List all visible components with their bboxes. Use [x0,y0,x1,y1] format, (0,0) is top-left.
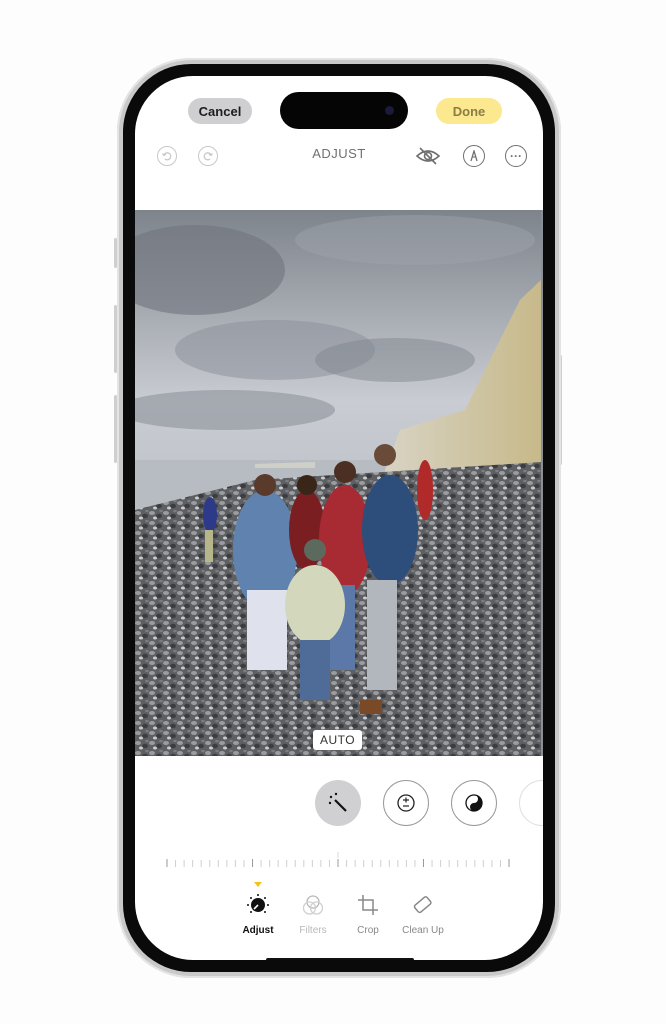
photo-preview[interactable]: AUTO [135,210,543,756]
tab-filters[interactable]: Filters [285,892,341,936]
auto-badge: AUTO [313,730,363,750]
done-button[interactable]: Done [436,98,502,124]
tab-label: Clean Up [402,925,444,936]
eraser-icon [413,896,432,914]
more-ellipsis-icon[interactable]: ··· [505,145,527,167]
magic-wand-icon [328,792,347,812]
phone-frame: Cancel Done ADJUST ··· AUTO Adjust Filte… [117,58,561,978]
edit-toolbar: ADJUST ··· [135,142,543,170]
slider-ticks [166,852,510,867]
tab-label: Filters [299,925,327,936]
filters-circles-icon [302,895,324,915]
crop-rotate-icon [358,895,378,915]
camera-icon [385,106,394,115]
exposure-plus-minus-icon [397,794,415,812]
adjust-dial-icon [247,894,269,913]
auto-enhance-button[interactable] [315,780,361,826]
tab-clean-up[interactable]: Clean Up [395,892,451,936]
brilliance-button[interactable] [451,780,497,826]
tab-label: Crop [357,925,379,936]
adjust-tool-strip [135,780,543,828]
active-tab-indicator [254,882,262,887]
next-tool-button[interactable] [519,780,543,826]
tab-adjust[interactable]: Adjust [230,892,286,936]
dynamic-island [280,92,408,129]
markup-pen-icon[interactable] [463,145,485,167]
screen: Cancel Done ADJUST ··· AUTO Adjust Filte… [135,76,543,960]
yin-yang-icon [465,794,483,812]
tab-crop[interactable]: Crop [340,892,396,936]
adjust-slider[interactable] [165,851,513,871]
cancel-button[interactable]: Cancel [188,98,252,124]
home-indicator[interactable] [266,958,414,960]
hide-eye-icon[interactable] [415,146,441,166]
phone-bezel: Cancel Done ADJUST ··· AUTO Adjust Filte… [123,64,555,972]
exposure-button[interactable] [383,780,429,826]
edit-mode-tabbar: Adjust Filters Crop Clean Up [135,882,543,942]
tab-label: Adjust [242,925,274,936]
photo-image [135,210,541,756]
